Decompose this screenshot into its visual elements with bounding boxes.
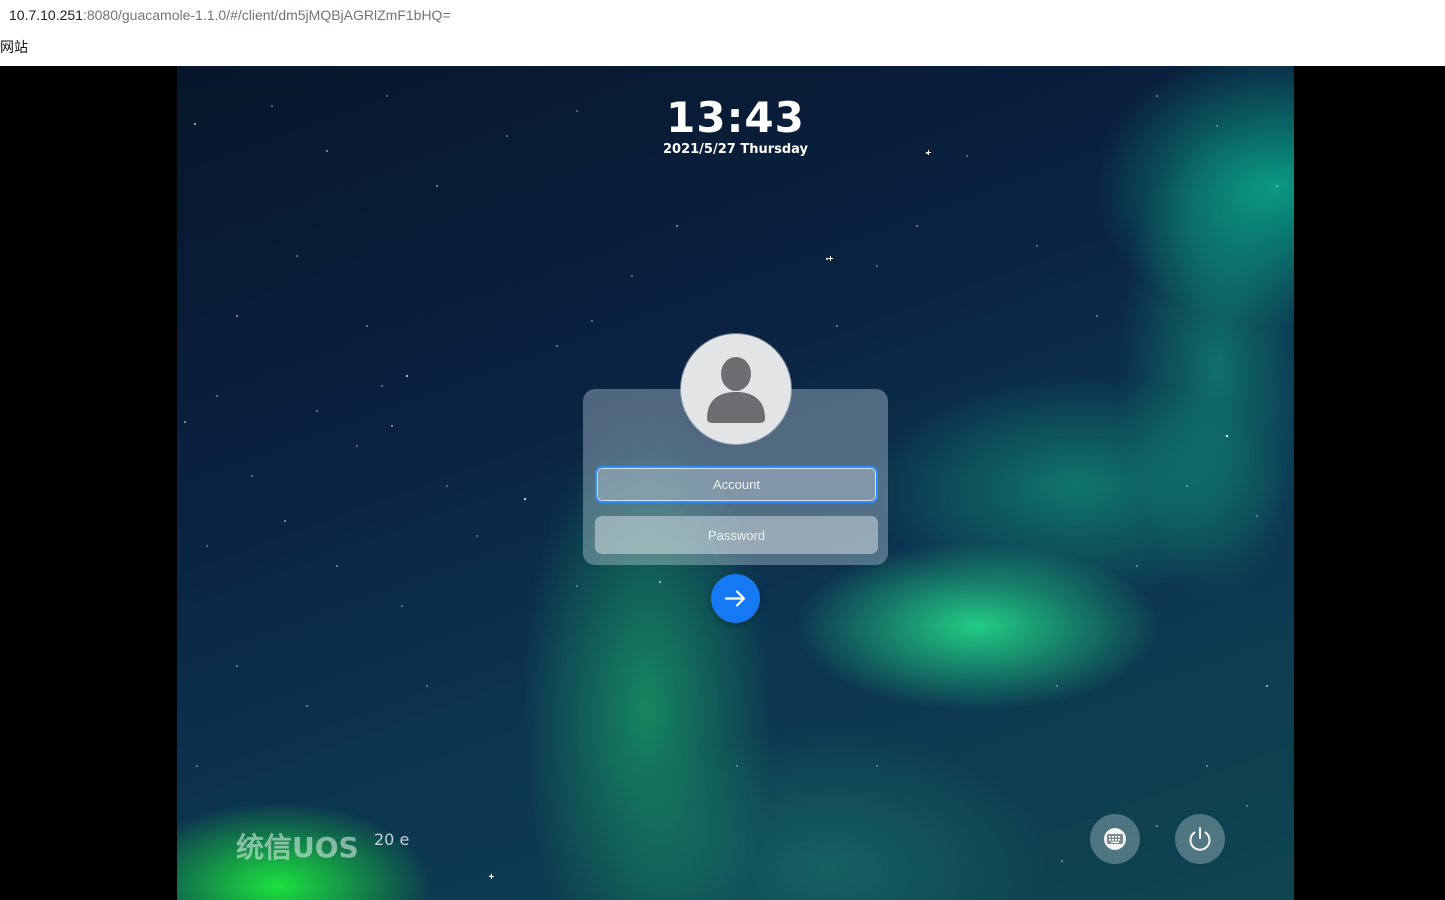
url-path: :8080/guacamole-1.1.0/#/client/dm5jMQBjA… — [82, 7, 451, 23]
keyboard-layout-button[interactable] — [1090, 814, 1140, 864]
arrow-right-icon — [724, 590, 746, 607]
power-icon — [1189, 827, 1211, 851]
login-submit-button[interactable] — [711, 574, 760, 623]
browser-top-bar: 10.7.10.251:8080/guacamole-1.1.0/#/clien… — [0, 0, 1445, 66]
account-input[interactable] — [595, 466, 878, 503]
address-bar[interactable]: 10.7.10.251:8080/guacamole-1.1.0/#/clien… — [9, 5, 451, 25]
lock-clock: 13:43 — [666, 93, 805, 142]
url-host: 10.7.10.251 — [9, 7, 83, 23]
keyboard-icon — [1104, 828, 1126, 850]
uos-brand-logo: 统信UOS — [236, 831, 359, 864]
password-input[interactable] — [595, 516, 878, 554]
lock-date: 2021/5/27 Thursday — [662, 142, 809, 157]
uos-version-label: 20 e — [374, 830, 410, 849]
user-avatar[interactable] — [681, 334, 791, 444]
lock-screen: 13:43 2021/5/27 Thursday 统信UOS 20 e — [177, 66, 1294, 900]
power-button[interactable] — [1175, 814, 1225, 864]
site-label: 网站 — [0, 39, 28, 55]
remote-desktop-viewport[interactable]: 13:43 2021/5/27 Thursday 统信UOS 20 e — [0, 66, 1445, 900]
user-silhouette-icon — [707, 357, 765, 423]
